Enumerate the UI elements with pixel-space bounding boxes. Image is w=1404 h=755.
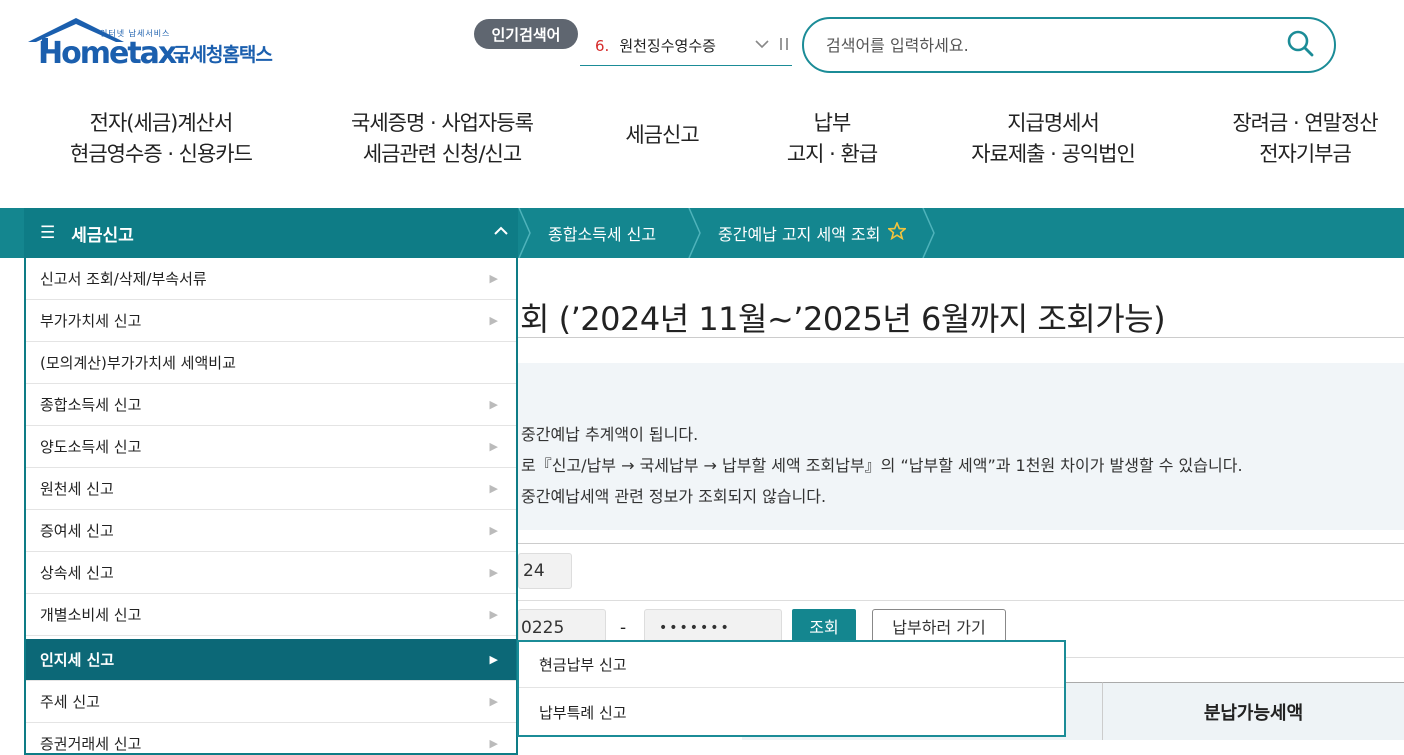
flyout-item-cash-payment[interactable]: 현금납부 신고 [519, 642, 1064, 688]
chevron-right-icon: ▶ [489, 695, 498, 708]
menu-item-withholding[interactable]: 원천세 신고 ▶ [26, 468, 516, 510]
chevron-right-icon: ▶ [489, 440, 498, 453]
gnb-payment[interactable]: 납부 고지 · 환급 [772, 108, 892, 170]
year-field[interactable]: 24 [518, 553, 572, 589]
gnb-label: 세금관련 신청/신고 [362, 142, 522, 166]
menu-item-vat[interactable]: 부가가치세 신고 ▶ [26, 300, 516, 342]
tax-report-submenu-panel: 신고서 조회/삭제/부속서류 ▶ 부가가치세 신고 ▶ (모의계산)부가가치세 세액… [24, 258, 518, 755]
chevron-right-icon: ▶ [489, 314, 498, 327]
gnb-label: 전자(세금)계산서 [89, 111, 234, 135]
chevron-down-icon[interactable] [755, 38, 769, 53]
gnb-label: 납부 [813, 111, 852, 135]
breadcrumb-item[interactable]: 종합소득세 신고 [548, 208, 656, 258]
popular-rank: 6. [595, 36, 610, 55]
search-box[interactable] [802, 17, 1336, 73]
gnb-statement[interactable]: 지급명세서 자료제출 · 공익법인 [950, 108, 1156, 170]
menu-item-label: 주세 신고 [40, 693, 100, 711]
divider [518, 600, 1404, 601]
popular-term[interactable]: 원천징수영수증 [619, 35, 743, 56]
search-icon[interactable] [1286, 29, 1314, 61]
gnb-e-invoice[interactable]: 전자(세금)계산서 현금영수증 · 신용카드 [56, 108, 266, 170]
id-dash: - [620, 618, 627, 638]
gnb-label: 장려금 · 연말정산 [1232, 111, 1378, 135]
gnb-label: 전자기부금 [1259, 142, 1352, 166]
tax-report-menu-toggle[interactable]: ☰ 세금신고 [24, 208, 518, 258]
chevron-right-icon: ▶ [489, 608, 498, 621]
breadcrumb-separator [922, 208, 935, 258]
menu-item-label: 신고서 조회/삭제/부속서류 [40, 270, 207, 288]
go-pay-button[interactable]: 납부하러 가기 [872, 609, 1006, 643]
menu-icon: ☰ [40, 223, 56, 243]
menu-item-gift-tax[interactable]: 증여세 신고 ▶ [26, 510, 516, 552]
menu-item-securities[interactable]: 증권거래세 신고 ▶ [26, 723, 516, 753]
chevron-right-icon: ▶ [489, 566, 498, 579]
gnb-incentive[interactable]: 장려금 · 연말정산 전자기부금 [1214, 108, 1396, 170]
flyout-item-special-payment[interactable]: 납부특례 신고 [519, 689, 1064, 735]
stamp-tax-flyout: 현금납부 신고 납부특례 신고 [517, 640, 1066, 737]
menu-item-label: 상속세 신고 [40, 564, 114, 582]
divider [518, 337, 1404, 338]
gnb-certificate[interactable]: 국세증명 · 사업자등록 세금관련 신청/신고 [334, 108, 550, 170]
menu-item-label: 부가가치세 신고 [40, 312, 142, 330]
menu-item-label: 양도소득세 신고 [40, 438, 142, 456]
menu-item-label: 증권거래세 신고 [40, 735, 142, 753]
breadcrumb-separator [688, 208, 701, 258]
menu-item-excise[interactable]: 개별소비세 신고 ▶ [26, 594, 516, 636]
chevron-right-icon: ▶ [489, 482, 498, 495]
menu-item-return-inquiry[interactable]: 신고서 조회/삭제/부속서류 ▶ [26, 258, 516, 300]
menu-item-label: 개별소비세 신고 [40, 606, 142, 624]
menu-item-income-tax[interactable]: 종합소득세 신고 ▶ [26, 384, 516, 426]
chevron-up-icon [494, 222, 508, 240]
menu-item-capital-gains[interactable]: 양도소득세 신고 ▶ [26, 426, 516, 468]
notice-line: 중간예납세액 관련 정보가 조회되지 않습니다. [521, 487, 827, 506]
chevron-right-icon: ▶ [489, 653, 498, 666]
gnb-label: 자료제출 · 공익법인 [971, 142, 1136, 166]
gnb-tax-report[interactable]: 세금신고 [612, 120, 712, 151]
chevron-right-icon: ▶ [489, 398, 498, 411]
chevron-right-icon: ▶ [489, 272, 498, 285]
popular-search-badge: 인기검색어 [474, 19, 578, 49]
breadcrumb-current: 중간예납 고지 세액 조회 [718, 208, 908, 258]
menu-item-vat-simulation[interactable]: (모의계산)부가가치세 세액비교 [26, 342, 516, 384]
logo-wordmark: Hometax. [38, 36, 187, 71]
page-title: 회 (’2024년 11월~’2025년 6월까지 조회가능) [520, 300, 1166, 338]
breadcrumb-label: 중간예납 고지 세액 조회 [718, 225, 881, 244]
gnb-label: 고지 · 환급 [786, 142, 878, 166]
menu-item-label: 인지세 신고 [40, 651, 115, 669]
notice-line: 중간예납 추계액이 됩니다. [521, 425, 699, 444]
gnb-label: 국세증명 · 사업자등록 [351, 111, 534, 135]
menu-item-label: (모의계산)부가가치세 세액비교 [40, 354, 236, 372]
query-button[interactable]: 조회 [792, 609, 856, 643]
breadcrumb-separator [518, 208, 531, 258]
notice-line: 로『신고/납부 → 국세납부 → 납부할 세액 조회납부』의 “납부할 세액”과… [521, 456, 1243, 475]
menu-item-label: 원천세 신고 [40, 480, 114, 498]
gnb-label: 지급명세서 [1007, 111, 1100, 135]
gnb-label: 세금신고 [625, 123, 699, 147]
search-input[interactable] [826, 35, 1286, 55]
gnb-label: 현금영수증 · 신용카드 [70, 142, 253, 166]
divider [518, 543, 1404, 544]
menu-title: 세금신고 [71, 225, 134, 246]
star-icon[interactable] [887, 220, 908, 244]
menu-item-stamp-tax[interactable]: 인지세 신고 ▶ [26, 639, 516, 681]
menu-item-liquor-tax[interactable]: 주세 신고 ▶ [26, 681, 516, 723]
menu-item-inheritance[interactable]: 상속세 신고 ▶ [26, 552, 516, 594]
menu-item-label: 종합소득세 신고 [40, 396, 142, 414]
table-header-installment: 분납가능세액 [1102, 682, 1404, 740]
chevron-right-icon: ▶ [489, 737, 498, 750]
pause-icon[interactable] [779, 37, 789, 55]
chevron-right-icon: ▶ [489, 524, 498, 537]
popular-search-ticker[interactable]: 6. 원천징수영수증 [580, 26, 792, 66]
logo-korean: 국세청홈택스 [173, 44, 273, 66]
menu-item-label: 증여세 신고 [40, 522, 114, 540]
